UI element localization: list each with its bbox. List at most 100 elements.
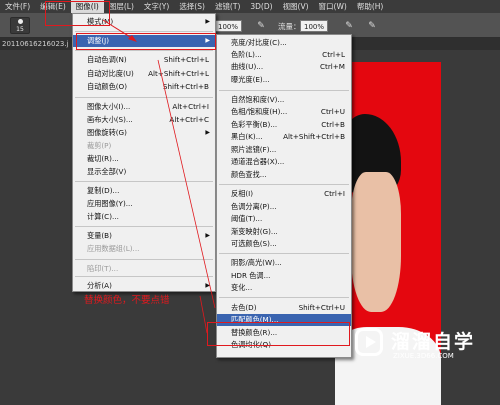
photo-face	[351, 172, 401, 312]
brush-preset-picker[interactable]: 15	[10, 17, 30, 34]
airbrush-icon[interactable]: ✎	[343, 20, 355, 32]
menu-item[interactable]: 画布大小(S)... Alt+Ctrl+C	[73, 114, 215, 126]
menu-item[interactable]: 应用图像(Y)...	[73, 198, 215, 210]
watermark-title: 溜溜自学	[391, 331, 476, 353]
menu-3d[interactable]: 3D(D)	[245, 0, 277, 13]
menu-item[interactable]: 反相(I) Ctrl+I	[217, 188, 351, 200]
menu-type[interactable]: 文字(Y)	[139, 0, 174, 13]
submenu-arrow-icon: ▶	[205, 129, 210, 136]
menu-item-label: 色调分离(P)...	[231, 202, 277, 211]
menu-item-label: 图像旋转(G)	[87, 128, 127, 137]
menu-item[interactable]: 曝光度(E)...	[217, 74, 351, 86]
menu-item[interactable]: 图像旋转(G) ▶	[73, 127, 215, 139]
menu-item[interactable]: 色调分离(P)...	[217, 201, 351, 213]
menu-item[interactable]: 自动颜色(O) Shift+Ctrl+B	[73, 81, 215, 93]
menu-item-label: 变化...	[231, 283, 253, 292]
menu-item-label: 可选颜色(S)...	[231, 239, 277, 248]
menu-item[interactable]: 变量(B) ▶	[73, 230, 215, 242]
menu-item[interactable]: 通道混合器(X)...	[217, 156, 351, 168]
pressure-size-icon[interactable]: ✎	[366, 20, 378, 32]
menu-item[interactable]: HDR 色调...	[217, 270, 351, 282]
menu-item[interactable]: 颜色查找...	[217, 169, 351, 181]
menu-separator	[75, 276, 213, 277]
menu-item-label: 色相/饱和度(H)...	[231, 107, 288, 116]
flow-label: 流量：	[278, 22, 301, 31]
menu-item[interactable]: 阈值(T)...	[217, 213, 351, 225]
menu-item-label: 曲线(U)...	[231, 62, 264, 71]
menu-item-shortcut: Shift+Ctrl+B	[162, 82, 209, 91]
menu-item: 裁剪(P)	[73, 140, 215, 152]
menu-item-shortcut: Ctrl+M	[319, 62, 345, 71]
flow-field[interactable]: 100%	[300, 20, 329, 32]
menu-item[interactable]: 复制(D)...	[73, 185, 215, 197]
menu-window[interactable]: 窗口(W)	[314, 0, 352, 13]
highlight-box-replace-color	[207, 322, 350, 346]
menu-item-label: 照片滤镜(F)...	[231, 145, 277, 154]
menu-help[interactable]: 帮助(H)	[352, 0, 389, 13]
menu-item-label: 通道混合器(X)...	[231, 157, 285, 166]
menu-filter[interactable]: 滤镜(T)	[210, 0, 245, 13]
menu-item[interactable]: 色相/饱和度(H)... Ctrl+U	[217, 106, 351, 118]
menu-separator	[219, 90, 349, 91]
adjust-submenu: 亮度/对比度(C)... 色阶(L)... Ctrl+L 曲线(U)... Ctrl+M…	[216, 34, 352, 358]
menu-item-label: 陷印(T)...	[87, 264, 119, 273]
menu-item[interactable]: 曲线(U)... Ctrl+M	[217, 61, 351, 73]
watermark: 溜溜自学 ZIXUE.3D66.COM	[355, 325, 500, 375]
highlight-box-adjust	[76, 33, 216, 50]
menu-item[interactable]: 自动色调(N) Shift+Ctrl+L	[73, 54, 215, 66]
menu-item-shortcut: Alt+Ctrl+C	[169, 115, 209, 124]
menu-item-label: 应用图像(Y)...	[87, 199, 133, 208]
menu-item-label: 阴影/高光(W)...	[231, 258, 282, 267]
menu-file[interactable]: 文件(F)	[0, 0, 35, 13]
menu-item-shortcut: Ctrl+L	[322, 50, 345, 59]
submenu-arrow-icon: ▶	[205, 18, 210, 25]
pressure-opacity-icon[interactable]: ✎	[255, 20, 267, 32]
menu-item[interactable]: 可选颜色(S)...	[217, 238, 351, 250]
menu-separator	[75, 97, 213, 98]
menu-item[interactable]: 阴影/高光(W)...	[217, 257, 351, 269]
menu-item-shortcut: Alt+Shift+Ctrl+L	[148, 69, 209, 78]
menu-item-label: 阈值(T)...	[231, 214, 263, 223]
menu-item[interactable]: 色彩平衡(B)... Ctrl+B	[217, 119, 351, 131]
menu-item[interactable]: 照片滤镜(F)...	[217, 144, 351, 156]
menu-item-shortcut: Shift+Ctrl+L	[163, 55, 209, 64]
menu-separator	[219, 297, 349, 298]
menu-item[interactable]: 色阶(L)... Ctrl+L	[217, 49, 351, 61]
menu-item[interactable]: 图像大小(I)... Alt+Ctrl+I	[73, 101, 215, 113]
menu-item[interactable]: 亮度/对比度(C)...	[217, 37, 351, 49]
menu-select[interactable]: 选择(S)	[174, 0, 210, 13]
menu-item-shortcut: Ctrl+U	[320, 107, 345, 116]
menu-item[interactable]: 自动对比度(U) Alt+Shift+Ctrl+L	[73, 68, 215, 80]
menu-item-label: 分析(A)	[87, 281, 112, 290]
menu-item[interactable]: 变化...	[217, 282, 351, 294]
menu-item-shortcut: Alt+Shift+Ctrl+B	[283, 132, 345, 141]
menu-item-label: 裁剪(P)	[87, 141, 112, 150]
menu-item-label: 渐变映射(G)...	[231, 227, 278, 236]
menu-item[interactable]: 裁切(R)...	[73, 153, 215, 165]
menu-item-shortcut: Alt+Ctrl+I	[172, 102, 209, 111]
menu-item-label: 亮度/对比度(C)...	[231, 38, 287, 47]
menu-item[interactable]: 显示全部(V)	[73, 166, 215, 178]
menu-item-label: HDR 色调...	[231, 271, 271, 280]
highlight-box-image-menu	[45, 1, 110, 26]
menu-item-label: 色阶(L)...	[231, 50, 262, 59]
menu-item[interactable]: 计算(C)...	[73, 211, 215, 223]
menu-item[interactable]: 去色(D) Shift+Ctrl+U	[217, 302, 351, 314]
menu-view[interactable]: 视图(V)	[278, 0, 314, 13]
menu-separator	[75, 226, 213, 227]
menu-item-label: 自动对比度(U)	[87, 69, 134, 78]
menu-item-label: 复制(D)...	[87, 186, 120, 195]
menu-item[interactable]: 分析(A) ▶	[73, 280, 215, 292]
menu-item-label: 去色(D)	[231, 303, 257, 312]
menu-item: 陷印(T)...	[73, 263, 215, 275]
menu-item-label: 自动色调(N)	[87, 55, 127, 64]
menu-item-shortcut: Ctrl+I	[324, 189, 345, 198]
menu-item-label: 图像大小(I)...	[87, 102, 131, 111]
menu-item[interactable]: 渐变映射(G)...	[217, 226, 351, 238]
menu-item-shortcut: Ctrl+B	[321, 120, 345, 129]
menu-item[interactable]: 黑白(K)... Alt+Shift+Ctrl+B	[217, 131, 351, 143]
menu-item-label: 应用数据组(L)...	[87, 244, 140, 253]
opacity-field[interactable]: 100%	[214, 20, 243, 32]
menu-item[interactable]: 自然饱和度(V)...	[217, 94, 351, 106]
menu-item-label: 黑白(K)...	[231, 132, 263, 141]
